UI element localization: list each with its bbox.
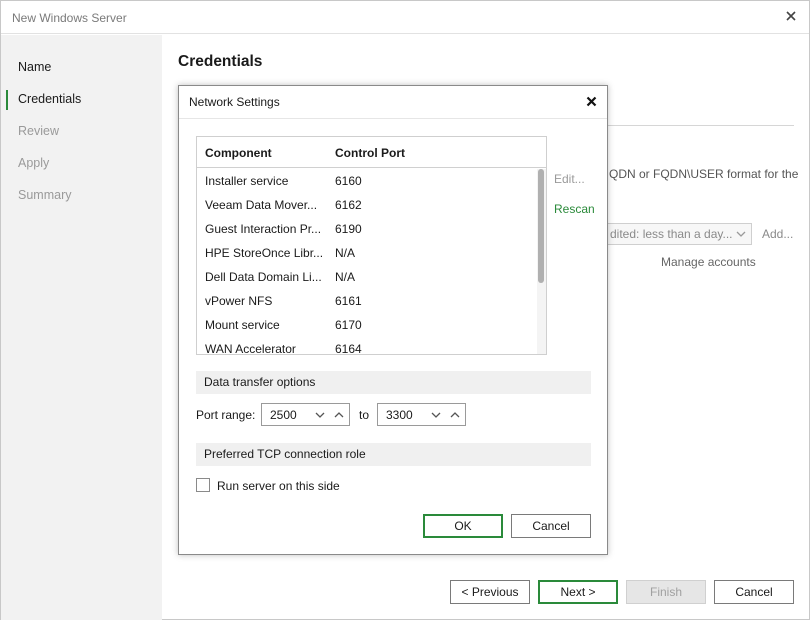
chevron-down-icon[interactable] [427,406,445,424]
step-review: Review [1,121,162,141]
column-header-component[interactable]: Component [205,146,272,160]
column-header-control-port[interactable]: Control Port [335,146,405,160]
dialog-divider [179,118,607,119]
step-label: Apply [18,156,50,170]
step-apply: Apply [1,153,162,173]
current-step-marker [6,90,8,110]
header-divider [608,125,794,126]
close-icon [786,11,796,21]
add-credentials-link[interactable]: Add... [762,227,793,241]
component-name: Mount service [205,318,280,332]
list-item[interactable]: WAN Accelerator 6164 [197,337,537,355]
step-label: Summary [18,188,72,202]
component-name: HPE StoreOnce Libr... [205,246,323,260]
chevron-down-icon[interactable] [311,406,329,424]
title-bar: New Windows Server [1,1,809,34]
credentials-hint-text: QDN or FQDN\USER format for the [609,167,799,181]
control-port: 6161 [335,294,362,308]
data-transfer-section-header: Data transfer options [196,371,591,394]
credentials-select-value: dited: less than a day... [610,227,733,241]
window-close-button[interactable] [781,6,801,26]
port-range-from-value[interactable]: 2500 [270,408,297,422]
previous-button[interactable]: < Previous [450,580,530,604]
run-server-label[interactable]: Run server on this side [217,479,340,493]
close-icon [586,96,596,106]
ok-button[interactable]: OK [423,514,503,538]
component-name: Installer service [205,174,289,188]
component-name: Guest Interaction Pr... [205,222,322,236]
step-label: Credentials [18,92,82,106]
chevron-up-icon[interactable] [330,406,348,424]
component-name: vPower NFS [205,294,273,308]
port-range-label: Port range: [196,408,256,422]
port-range-to-stepper[interactable]: 3300 [377,403,466,426]
window-title: New Windows Server [12,11,127,25]
rescan-button[interactable]: Rescan [554,202,595,216]
list-item[interactable]: Guest Interaction Pr... 6190 [197,217,537,241]
list-item[interactable]: Veeam Data Mover... 6162 [197,193,537,217]
component-name: Dell Data Domain Li... [205,270,322,284]
dialog-close-button[interactable] [581,91,601,111]
to-label: to [359,408,370,422]
list-header: Component Control Port [197,137,546,168]
port-range-from-stepper[interactable]: 2500 [261,403,350,426]
port-range-to-value[interactable]: 3300 [386,408,413,422]
tcp-role-section-header: Preferred TCP connection role [196,443,591,466]
run-server-checkbox[interactable] [196,478,210,492]
finish-button: Finish [626,580,706,604]
network-settings-dialog: Network Settings Component Control Port … [178,85,608,555]
list-item[interactable]: Installer service 6160 [197,169,537,193]
chevron-up-icon[interactable] [446,406,464,424]
cancel-button[interactable]: Cancel [714,580,794,604]
chevron-down-icon [731,224,751,244]
control-port: N/A [335,270,356,284]
page-title: Credentials [178,53,263,70]
list-item[interactable]: Dell Data Domain Li... N/A [197,265,537,289]
step-summary: Summary [1,185,162,205]
step-name[interactable]: Name [1,57,162,77]
component-name: WAN Accelerator [205,342,296,355]
control-port: 6170 [335,318,362,332]
edit-button: Edit... [554,172,585,186]
control-port: N/A [335,246,356,260]
scrollbar-thumb[interactable] [538,169,544,283]
list-item[interactable]: HPE StoreOnce Libr... N/A [197,241,537,265]
credentials-select[interactable]: dited: less than a day... [601,223,752,245]
step-credentials[interactable]: Credentials [1,89,162,110]
dialog-title: Network Settings [189,95,280,109]
next-button[interactable]: Next > [538,580,618,604]
components-list[interactable]: Component Control Port Installer service… [196,136,547,355]
wizard-steps-sidebar: Name Credentials Review Apply Summary [1,35,162,620]
dialog-cancel-button[interactable]: Cancel [511,514,591,538]
control-port: 6162 [335,198,362,212]
control-port: 6190 [335,222,362,236]
control-port: 6164 [335,342,362,355]
step-label: Review [18,124,59,138]
step-label: Name [18,60,52,74]
manage-accounts-link[interactable]: Manage accounts [661,255,756,269]
list-item[interactable]: Mount service 6170 [197,313,537,337]
list-scrollbar[interactable] [537,169,546,354]
control-port: 6160 [335,174,362,188]
component-name: Veeam Data Mover... [205,198,318,212]
list-item[interactable]: vPower NFS 6161 [197,289,537,313]
